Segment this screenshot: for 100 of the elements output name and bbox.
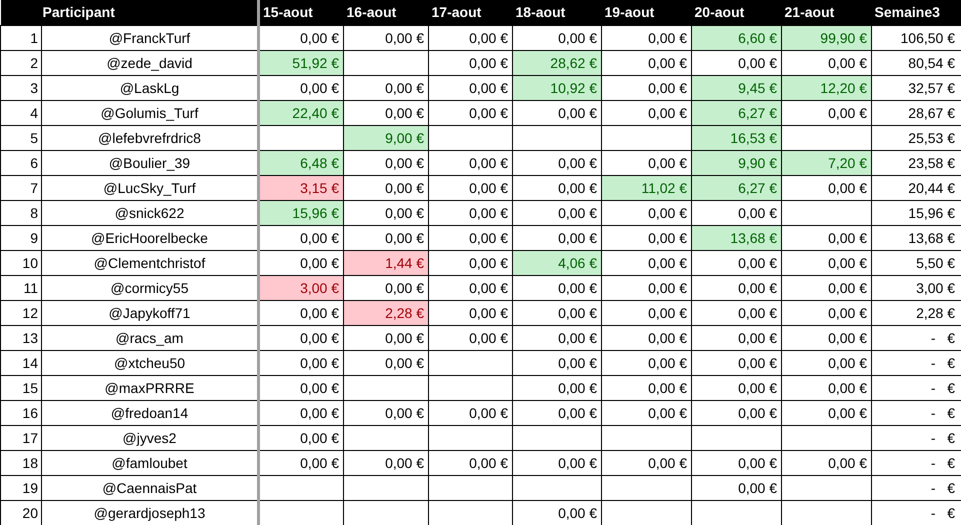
amount-cell: 0,00 € — [692, 250, 782, 275]
amount-cell: 0,00 € — [428, 250, 513, 275]
amount-cell: 0,00 € — [602, 450, 692, 475]
amount-cell: 0,00 € — [782, 400, 872, 425]
amount-cell: 0,00 € — [782, 250, 872, 275]
amount-cell: 0,00 € — [512, 275, 602, 300]
amount-cell: 0,00 € — [344, 75, 429, 100]
amount-cell: 0,00 € — [428, 450, 513, 475]
amount-cell: 0,00 € — [602, 275, 692, 300]
amount-cell: 0,00 € — [782, 275, 872, 300]
amount-cell: 9,45 € — [692, 75, 782, 100]
row-number: 8 — [0, 200, 42, 225]
amount-cell: 0,00 € — [782, 300, 872, 325]
amount-cell: 0,00 € — [428, 400, 513, 425]
amount-cell: 0,00 € — [512, 225, 602, 250]
amount-cell: 0,00 € — [602, 100, 692, 125]
amount-cell: 0,00 € — [692, 300, 782, 325]
column-header: Participant — [42, 4, 115, 20]
row-number: 9 — [0, 225, 42, 250]
participant-cell: @lefebvrefrdric8 — [42, 125, 259, 150]
amount-cell: 6,48 € — [258, 150, 344, 175]
amount-cell: 0,00 € — [602, 375, 692, 400]
amount-cell: 0,00 € — [602, 200, 692, 225]
amount-cell: 0,00 € — [344, 175, 429, 200]
amount-cell: 0,00 € — [258, 325, 344, 350]
amount-cell: 3,15 € — [258, 175, 344, 200]
row-number: 5 — [0, 125, 42, 150]
amount-cell: 1,44 € — [344, 250, 429, 275]
amount-cell: 28,62 € — [512, 50, 602, 75]
amount-cell: 0,00 € — [344, 100, 429, 125]
row-number: 18 — [0, 450, 42, 475]
amount-cell: 0,00 € — [602, 350, 692, 375]
row-number: 2 — [0, 50, 42, 75]
amount-cell: 0,00 € — [344, 200, 429, 225]
amount-cell: 0,00 € — [602, 225, 692, 250]
amount-cell: 0,00 € — [512, 375, 602, 400]
amount-cell: 2,28 € — [344, 300, 429, 325]
amount-cell: 0,00 € — [512, 325, 602, 350]
amount-cell: 0,00 € — [782, 350, 872, 375]
amount-cell: 0,00 € — [782, 375, 872, 400]
column-header: Semaine3 — [872, 0, 961, 25]
amount-cell: 0,00 € — [782, 325, 872, 350]
amount-cell: 0,00 € — [344, 350, 429, 375]
amount-cell: 0,00 € — [512, 25, 602, 50]
amount-cell: 6,27 € — [692, 100, 782, 125]
amount-cell: 0,00 € — [344, 150, 429, 175]
amount-cell: 0,00 € — [782, 50, 872, 75]
amount-cell: 0,00 € — [344, 25, 429, 50]
amount-cell: 0,00 € — [602, 400, 692, 425]
column-header: 15-aout — [258, 0, 344, 25]
column-header: 20-aout — [692, 0, 782, 25]
amount-cell: 0,00 € — [258, 450, 344, 475]
amount-cell: 0,00 € — [344, 275, 429, 300]
amount-cell: 0,00 € — [692, 200, 782, 225]
amount-cell: 0,00 € — [344, 450, 429, 475]
row-number: 14 — [0, 350, 42, 375]
row-number: 15 — [0, 375, 42, 400]
amount-cell: 0,00 € — [258, 25, 344, 50]
column-header: 19-aout — [602, 0, 692, 25]
row-number: 4 — [0, 100, 42, 125]
amount-cell: 0,00 € — [258, 425, 344, 450]
row-number: 10 — [0, 250, 42, 275]
amount-cell: 99,90 € — [782, 25, 872, 50]
amount-cell: 0,00 € — [512, 350, 602, 375]
amount-cell: 0,00 € — [512, 500, 602, 525]
amount-cell: 0,00 € — [512, 150, 602, 175]
column-header: 21-aout — [782, 0, 872, 25]
amount-cell: 0,00 € — [512, 450, 602, 475]
amount-cell: 0,00 € — [602, 25, 692, 50]
amount-cell: 0,00 € — [344, 400, 429, 425]
amount-cell: 0,00 € — [602, 250, 692, 275]
amount-cell: 0,00 € — [602, 50, 692, 75]
total-cell: 106,50 € — [872, 25, 961, 50]
amount-cell: 0,00 € — [428, 75, 513, 100]
amount-cell: 0,00 € — [782, 175, 872, 200]
amount-cell: 0,00 € — [512, 100, 602, 125]
amount-cell: 0,00 € — [258, 75, 344, 100]
row-number: 17 — [0, 425, 42, 450]
amount-cell: 0,00 € — [602, 150, 692, 175]
amount-cell: 0,00 € — [692, 350, 782, 375]
amount-cell: 0,00 € — [344, 225, 429, 250]
amount-cell: 0,00 € — [512, 300, 602, 325]
amount-cell: 15,96 € — [258, 200, 344, 225]
amount-cell: 10,92 € — [512, 75, 602, 100]
amount-cell: 0,00 € — [258, 400, 344, 425]
amount-cell: 0,00 € — [692, 450, 782, 475]
amount-cell: 13,68 € — [692, 225, 782, 250]
amount-cell: 11,02 € — [602, 175, 692, 200]
row-number: 12 — [0, 300, 42, 325]
row-number: 7 — [0, 175, 42, 200]
amount-cell: 4,06 € — [512, 250, 602, 275]
amount-cell: 0,00 € — [512, 400, 602, 425]
amount-cell: 0,00 € — [782, 225, 872, 250]
column-header: 18-aout — [512, 0, 602, 25]
amount-cell: 0,00 € — [692, 475, 782, 500]
amount-cell: 0,00 € — [602, 75, 692, 100]
row-number: 16 — [0, 400, 42, 425]
amount-cell: 0,00 € — [602, 300, 692, 325]
amount-cell: 9,00 € — [344, 125, 429, 150]
amount-cell: 0,00 € — [692, 50, 782, 75]
